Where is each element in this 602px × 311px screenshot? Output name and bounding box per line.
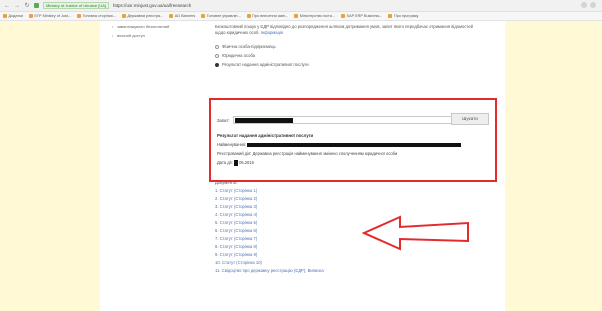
bookmark-icon <box>121 14 126 18</box>
redaction-bar <box>234 118 293 123</box>
page-background-left <box>0 21 100 311</box>
document-link[interactable]: 4. Статут (Сторінка 4) <box>215 211 324 219</box>
bookmark-icon <box>169 14 174 18</box>
highlighted-result-box: Запит: Шукати Результат надання адмініст… <box>209 98 497 182</box>
document-link[interactable]: 6. Статут (Сторінка 6) <box>215 227 324 235</box>
bookmark-icon <box>388 14 393 18</box>
documents-list: 1. Статут (Сторінка 1) 2. Статут (Сторін… <box>215 187 324 275</box>
forward-icon[interactable]: → <box>14 3 20 9</box>
intro-link[interactable]: Інформація <box>261 30 283 35</box>
redaction-bar <box>247 142 462 147</box>
lock-icon <box>34 3 39 8</box>
bookmark-star-icon[interactable] <box>581 2 587 8</box>
menu-icon[interactable] <box>590 2 596 8</box>
bookmark-item[interactable]: Про внесення змін... <box>246 14 288 18</box>
bookmark-item[interactable]: Головна сторінка... <box>77 14 116 18</box>
query-label: Запит: <box>217 117 230 123</box>
url-text[interactable]: https://usr.minjust.gov.ua/ua/freesearch <box>113 3 191 8</box>
browser-address-bar: ← → ↻ Ministry of Justice of Ukraine [UA… <box>0 0 602 12</box>
radio-button[interactable] <box>215 53 219 58</box>
intro-text: Безкоштовний пошук у ЄДР відповідно до р… <box>215 24 473 35</box>
documents-section: Документи: 1. Статут (Сторінка 1) 2. Ста… <box>215 180 324 275</box>
redaction-bar <box>233 160 238 166</box>
bookmark-item[interactable]: ЕГР Ministry of Just... <box>28 14 71 18</box>
reload-icon[interactable]: ↻ <box>24 2 30 9</box>
query-input[interactable] <box>232 116 455 124</box>
bookmark-item[interactable]: Міністерство юсти... <box>294 14 335 18</box>
document-link[interactable]: 9. Статут (Сторінка 9) <box>215 251 324 259</box>
bookmark-icon <box>28 14 33 18</box>
main-content: Безкоштовний пошук у ЄДР відповідно до р… <box>215 24 495 69</box>
bookmark-icon <box>246 14 251 18</box>
radio-button[interactable] <box>215 44 219 49</box>
bookmark-item[interactable]: Додатки <box>3 14 23 18</box>
bookmark-icon <box>294 14 299 18</box>
bookmark-item[interactable]: Державна реєстра... <box>121 14 163 18</box>
document-link[interactable]: 10. Статут (Сторінка 10) <box>215 259 324 267</box>
back-icon[interactable]: ← <box>4 3 10 9</box>
bookmarks-bar: Додатки ЕГР Ministry of Just... Головна … <box>0 12 602 21</box>
annotation-arrow-icon <box>362 215 469 251</box>
option-individual-entrepreneur[interactable]: Фізична особа-підприємець <box>215 42 495 51</box>
bookmark-icon <box>201 14 206 18</box>
bookmark-item[interactable]: Головне управлін... <box>201 14 241 18</box>
option-admin-service-result[interactable]: Результат надання адміністративної послу… <box>215 60 495 69</box>
bookmark-item[interactable]: AD Banners <box>169 14 195 18</box>
search-button[interactable]: Шукати <box>451 113 489 125</box>
document-link[interactable]: 1. Статут (Сторінка 1) <box>215 187 324 195</box>
document-link[interactable]: 7. Статут (Сторінка 7) <box>215 235 324 243</box>
page-background-right <box>505 21 602 311</box>
bookmark-icon <box>341 14 346 18</box>
radio-button-selected[interactable] <box>215 62 219 67</box>
sidebar-item: вільний доступ <box>112 33 196 39</box>
search-type-options: Фізична особа-підприємець Юридична особа… <box>215 42 495 69</box>
document-link[interactable]: 5. Статут (Сторінка 5) <box>215 219 324 227</box>
query-row: Запит: <box>217 116 455 124</box>
bookmark-item[interactable]: Про програму <box>388 14 418 18</box>
browser-toolbar <box>581 2 596 8</box>
bookmark-item[interactable]: SAP ERP Business... <box>341 14 382 18</box>
document-link[interactable]: 2. Статут (Сторінка 2) <box>215 195 324 203</box>
document-link[interactable]: 8. Статут (Сторінка 8) <box>215 243 324 251</box>
bookmark-icon <box>3 14 7 18</box>
bookmark-icon <box>77 14 82 18</box>
sidebar-item: завантажувати безоплатний <box>112 24 196 30</box>
result-title: Результат надання адміністративної послу… <box>217 133 314 138</box>
documents-title: Документи: <box>215 180 238 185</box>
document-link[interactable]: 11. Свідоцтво про державну реєстрацію (Є… <box>215 267 324 275</box>
document-link[interactable]: 3. Статут (Сторінка 3) <box>215 203 324 211</box>
result-reason: Реєстрований дія: Державна реєстрація на… <box>217 151 398 156</box>
option-legal-entity[interactable]: Юридична особа <box>215 51 495 60</box>
url-badge[interactable]: Ministry of Justice of Ukraine [UA] <box>43 2 110 9</box>
result-date: Дата дії: 05.2016 <box>217 160 254 166</box>
sidebar-info-list: завантажувати безоплатний вільний доступ <box>112 24 196 42</box>
result-applicant: Найменування: <box>217 142 477 147</box>
